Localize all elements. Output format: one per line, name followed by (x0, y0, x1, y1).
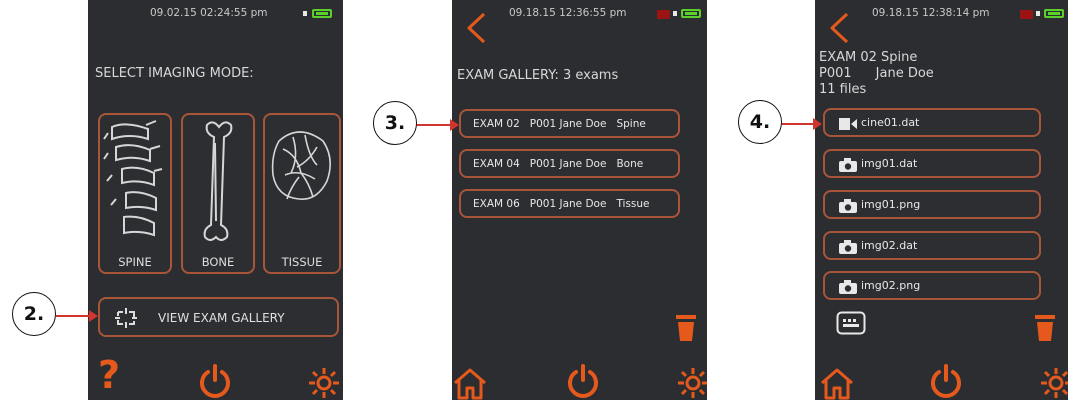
battery-low-icon (1020, 10, 1033, 19)
status-timestamp: 09.02.15 02:24:55 pm (150, 7, 268, 19)
keyboard-icon[interactable] (836, 311, 866, 335)
patient-line: P001 Jane Doe (819, 66, 934, 82)
back-arrow-icon[interactable] (466, 12, 488, 44)
patient-name: Jane Doe (875, 66, 934, 81)
file-name: img02.png (861, 279, 921, 292)
patient-id: P001 (819, 66, 852, 81)
file-row[interactable]: img01.dat (823, 149, 1041, 178)
spine-label: SPINE (118, 255, 152, 269)
exam-row-label: EXAM 02 P001 Jane Doe Spine (473, 118, 646, 130)
callout-2-arrow (56, 310, 98, 322)
back-arrow-icon[interactable] (829, 12, 851, 44)
help-icon[interactable]: ? (98, 356, 120, 394)
power-icon[interactable] (566, 364, 600, 400)
exam-gallery-screen: 09.18.15 12:36:55 pm EXAM GALLERY: 3 exa… (452, 0, 707, 400)
power-plug-icon (1036, 11, 1040, 16)
status-timestamp: 09.18.15 12:38:14 pm (872, 7, 990, 19)
exam-row[interactable]: EXAM 04 P001 Jane Doe Bone (459, 149, 680, 178)
file-name: img01.dat (861, 157, 918, 170)
battery-icon (312, 9, 332, 18)
power-icon[interactable] (929, 364, 963, 400)
trash-icon[interactable] (674, 313, 698, 343)
battery-low-icon (657, 10, 670, 19)
callout-4: 4. (738, 100, 782, 144)
exam-row[interactable]: EXAM 02 P001 Jane Doe Spine (459, 109, 680, 138)
file-count: 11 files (819, 82, 867, 97)
file-row[interactable]: img01.png (823, 190, 1041, 219)
file-name: img01.png (861, 198, 921, 211)
gallery-icon (115, 308, 137, 328)
spine-mode-button[interactable]: SPINE (98, 113, 172, 274)
imaging-mode-screen: 09.02.15 02:24:55 pm SELECT IMAGING MODE… (88, 0, 343, 400)
file-name: cine01.dat (861, 116, 920, 129)
trash-icon[interactable] (1033, 313, 1057, 343)
page-title: EXAM GALLERY: 3 exams (457, 68, 619, 83)
bone-icon (203, 121, 233, 241)
settings-gear-icon[interactable] (307, 366, 341, 400)
spine-icon (103, 120, 163, 237)
callout-4-arrow (782, 118, 822, 130)
camera-icon (839, 280, 857, 294)
camera-icon (839, 240, 857, 254)
camera-icon (839, 199, 857, 213)
exam-row-label: EXAM 04 P001 Jane Doe Bone (473, 158, 644, 170)
home-icon[interactable] (819, 366, 855, 400)
status-timestamp: 09.18.15 12:36:55 pm (509, 7, 627, 19)
callout-2: 2. (12, 292, 56, 336)
video-icon (839, 118, 857, 130)
gallery-button-label: VIEW EXAM GALLERY (158, 311, 285, 325)
callout-3: 3. (373, 101, 417, 145)
file-row[interactable]: cine01.dat (823, 108, 1041, 137)
exam-header: EXAM 02 Spine P001 Jane Doe 11 files (819, 50, 934, 98)
tissue-mode-button[interactable]: TISSUE (263, 113, 341, 274)
exam-row[interactable]: EXAM 06 P001 Jane Doe Tissue (459, 189, 680, 218)
power-icon[interactable] (198, 364, 232, 400)
battery-icon (681, 9, 701, 18)
settings-gear-icon[interactable] (1039, 366, 1068, 400)
bone-label: BONE (201, 255, 235, 269)
bone-mode-button[interactable]: BONE (181, 113, 255, 274)
tissue-label: TISSUE (281, 255, 323, 269)
power-plug-icon (303, 11, 307, 16)
page-title: SELECT IMAGING MODE: (95, 66, 254, 81)
battery-icon (1044, 9, 1064, 18)
tissue-icon (271, 131, 331, 200)
exam-row-label: EXAM 06 P001 Jane Doe Tissue (473, 198, 650, 210)
file-row[interactable]: img02.png (823, 271, 1041, 300)
callout-3-arrow (417, 119, 459, 131)
exam-title: EXAM 02 Spine (819, 50, 918, 65)
file-name: img02.dat (861, 239, 918, 252)
power-plug-icon (673, 11, 677, 16)
file-row[interactable]: img02.dat (823, 231, 1041, 260)
camera-icon (839, 158, 857, 172)
settings-gear-icon[interactable] (676, 366, 707, 400)
view-exam-gallery-button[interactable]: VIEW EXAM GALLERY (98, 297, 339, 337)
home-icon[interactable] (452, 366, 488, 400)
exam-files-screen: 09.18.15 12:38:14 pm EXAM 02 Spine P001 J… (815, 0, 1068, 400)
